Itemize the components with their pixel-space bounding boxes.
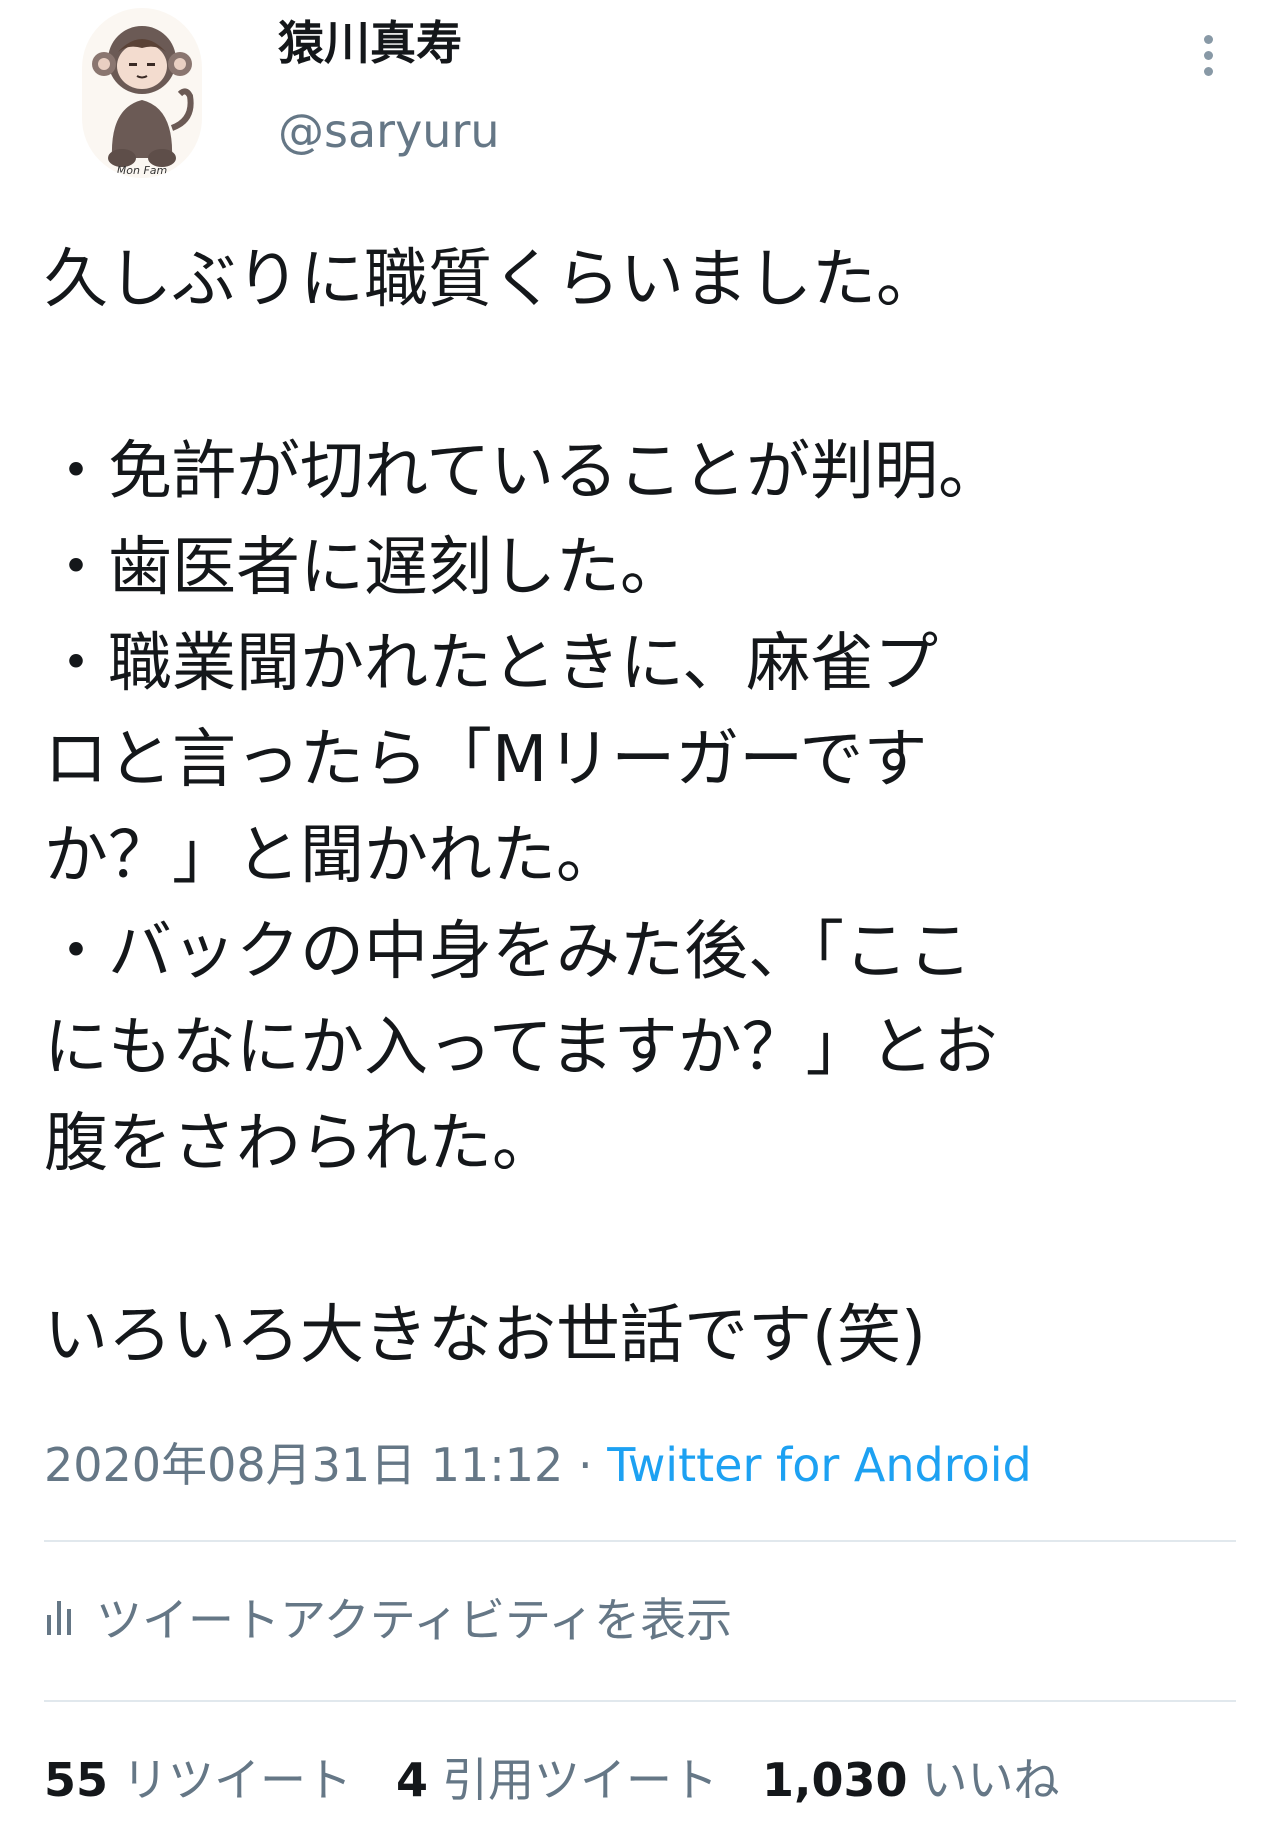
- tweet-line: ロと言ったら「Mリーガーです: [44, 723, 928, 797]
- like-label: いいね: [921, 1753, 1060, 1807]
- tweet-line: いろいろ大きなお世話です(笑): [44, 1299, 926, 1373]
- more-dot-icon: [1203, 34, 1213, 44]
- tweet-source-link[interactable]: Twitter for Android: [607, 1438, 1032, 1492]
- like-count-link[interactable]: 1,030 いいね: [762, 1744, 1060, 1810]
- tweet-activity-label: ツイートアクティビティを表示: [96, 1593, 733, 1647]
- more-options-button[interactable]: [1186, 20, 1230, 90]
- tweet-line: にもなにか入ってますか？」とお: [44, 1011, 998, 1085]
- tweet-text: 久しぶりに職質くらいました。 ・免許が切れていることが判明。 ・歯医者に遅刻した…: [44, 232, 1244, 1384]
- retweet-count-link[interactable]: 55 リツイート: [44, 1744, 352, 1810]
- avatar-logo-text: Mon Fam: [117, 164, 167, 177]
- meta-separator: ·: [563, 1438, 608, 1492]
- tweet-line: 腹をさわられた。: [44, 1107, 556, 1181]
- tweet-line: ・バックの中身をみた後、「ここ: [44, 915, 972, 989]
- more-dot-icon: [1203, 50, 1213, 60]
- retweet-count: 55: [44, 1753, 109, 1807]
- tweet-stats: 55 リツイート 4 引用ツイート 1,030 いいね: [44, 1742, 1104, 1812]
- tweet-line: か？」と聞かれた。: [44, 819, 620, 893]
- quote-count: 4: [396, 1753, 429, 1807]
- like-count: 1,030: [762, 1753, 908, 1807]
- bar-chart-icon: [44, 1597, 74, 1637]
- tweet-line: ・職業聞かれたときに、麻雀プ: [44, 627, 939, 701]
- quote-label: 引用ツイート: [442, 1753, 719, 1807]
- tweet-activity-link[interactable]: ツイートアクティビティを表示: [44, 1582, 732, 1652]
- divider: [44, 1700, 1236, 1702]
- display-name[interactable]: 猿川真寿: [278, 8, 462, 78]
- tweet-line: 久しぶりに職質くらいました。: [44, 243, 940, 317]
- avatar[interactable]: Mon Fam: [82, 8, 202, 178]
- more-dot-icon: [1203, 66, 1213, 76]
- tweet-line: ・歯医者に遅刻した。: [44, 531, 684, 605]
- tweet-header: Mon Fam 猿川真寿 @saryuru: [0, 0, 1280, 190]
- tweet-line: ・免許が切れていることが判明。: [44, 435, 1003, 509]
- tweet-meta: 2020年08月31日 11:12 · Twitter for Android: [44, 1430, 1032, 1500]
- username[interactable]: @saryuru: [278, 96, 500, 166]
- divider: [44, 1540, 1236, 1542]
- quote-count-link[interactable]: 4 引用ツイート: [396, 1744, 718, 1810]
- tweet-timestamp[interactable]: 2020年08月31日 11:12: [44, 1438, 563, 1492]
- retweet-label: リツイート: [122, 1753, 353, 1807]
